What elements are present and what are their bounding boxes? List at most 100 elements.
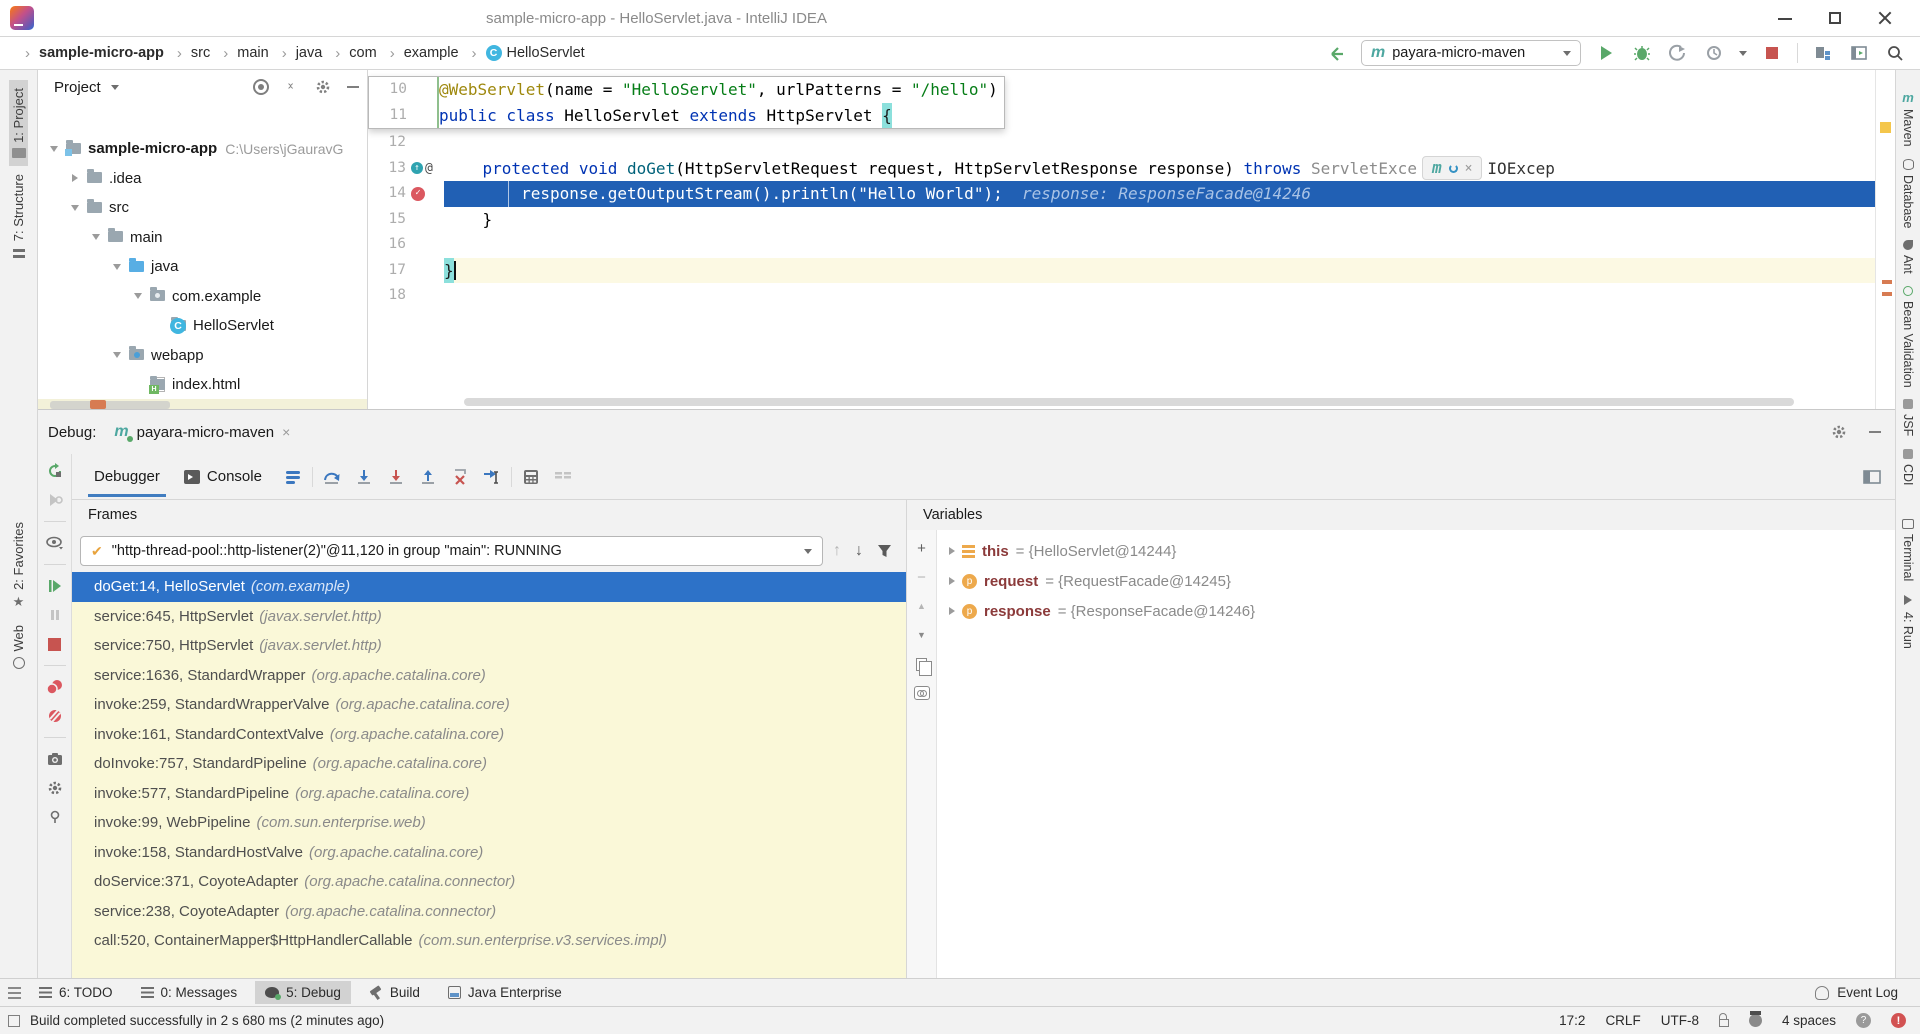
tool-stripe-button[interactable]: Web — [9, 617, 28, 677]
menu-item[interactable] — [288, 14, 308, 22]
tree-expander-icon[interactable] — [130, 293, 146, 299]
tree-node[interactable]: .idea — [38, 164, 367, 194]
resume-program-icon[interactable] — [46, 577, 64, 595]
thread-select[interactable]: "http-thread-pool::http-listener(2)"@11,… — [80, 536, 823, 566]
restore-layout-icon[interactable] — [1859, 464, 1885, 490]
mute-breakpoints-icon[interactable] — [46, 707, 64, 725]
force-step-into-icon[interactable] — [383, 464, 409, 490]
editor-hscrollbar[interactable] — [464, 398, 1794, 406]
indent-setting[interactable]: 4 spaces — [1782, 1013, 1836, 1028]
stack-frame-row[interactable]: doInvoke:757, StandardPipeline (org.apac… — [72, 749, 906, 779]
menu-item[interactable] — [312, 14, 332, 22]
menu-item[interactable] — [336, 14, 356, 22]
variable-row[interactable]: response = {ResponseFacade@14246} — [937, 596, 1895, 626]
tree-expander-icon[interactable] — [88, 234, 104, 240]
variable-row[interactable]: request = {RequestFacade@14245} — [937, 566, 1895, 596]
highlighting-level-icon[interactable] — [1749, 1014, 1762, 1027]
code-editor[interactable]: 12 13 protected void doGet(HttpServletRe… — [368, 70, 1875, 409]
tool-stripe-button[interactable]: Database — [1900, 153, 1916, 235]
tool-window-button[interactable]: Build — [359, 981, 430, 1004]
duplicate-watch-icon[interactable] — [916, 658, 927, 671]
search-everywhere-icon[interactable] — [1884, 42, 1906, 64]
breadcrumb-item[interactable]: main — [212, 43, 270, 64]
caret-position[interactable]: 17:2 — [1559, 1013, 1585, 1028]
tree-node[interactable]: com.example — [38, 282, 367, 312]
debugger-tab[interactable]: Debugger — [82, 456, 172, 497]
collapse-all-icon[interactable] — [285, 80, 299, 94]
next-frame-icon[interactable] — [855, 542, 863, 560]
run-to-cursor-icon[interactable] — [479, 464, 505, 490]
add-watch-icon[interactable] — [914, 540, 930, 556]
file-encoding[interactable]: UTF-8 — [1661, 1013, 1699, 1028]
breadcrumb-item[interactable]: HelloServlet — [461, 43, 587, 64]
code-line[interactable]: 10 @WebServlet(name = "HelloServlet", ur… — [369, 77, 1004, 103]
tool-stripe-button[interactable]: JSF — [1900, 393, 1916, 442]
code-line[interactable]: 11 public class HelloServlet extends Htt… — [369, 103, 1004, 129]
tool-stripe-button[interactable]: 7: Structure — [9, 166, 28, 266]
editor-gutter[interactable]: 14 — [368, 181, 444, 207]
menu-item[interactable] — [168, 14, 188, 22]
run-button[interactable] — [1595, 42, 1617, 64]
editor-gutter[interactable]: 17 — [368, 258, 444, 284]
tree-expander-icon[interactable] — [67, 205, 83, 211]
mute-renderers-icon[interactable] — [550, 464, 576, 490]
menu-item[interactable] — [96, 14, 116, 22]
tool-window-button[interactable]: 5: Debug — [255, 981, 351, 1004]
tool-stripe-button[interactable]: 4: Run — [1900, 587, 1916, 655]
breakpoint-icon[interactable] — [411, 187, 425, 201]
menu-item[interactable] — [192, 14, 212, 22]
code-line[interactable]: 14 response.getOutputStream().println("H… — [368, 181, 1875, 207]
tool-window-button[interactable]: Java Enterprise — [438, 981, 572, 1004]
stack-frame-row[interactable]: invoke:577, StandardPipeline (org.apache… — [72, 779, 906, 809]
tool-window-icon[interactable] — [1848, 42, 1870, 64]
stop-button[interactable] — [1761, 42, 1783, 64]
tool-stripe-button[interactable]: CDI — [1900, 443, 1916, 492]
editor-gutter[interactable]: 13 — [368, 156, 444, 182]
tool-stripe-button[interactable]: 2: Favorites — [9, 514, 28, 617]
editor-gutter[interactable]: 15 — [368, 207, 444, 233]
project-hscrollbar[interactable] — [50, 401, 170, 409]
tool-window-switcher-icon[interactable] — [8, 986, 21, 999]
menu-item[interactable] — [120, 14, 140, 22]
editor-gutter[interactable]: 12 — [368, 130, 444, 156]
line-separator[interactable]: CRLF — [1605, 1013, 1640, 1028]
code-line[interactable]: 13 protected void doGet(HttpServletReque… — [368, 156, 1875, 182]
stack-frame-row[interactable]: call:520, ContainerMapper$HttpHandlerCal… — [72, 926, 906, 956]
status-message[interactable]: Build completed successfully in 2 s 680 … — [30, 1013, 384, 1028]
tree-node[interactable]: main — [38, 223, 367, 253]
settings-gear-icon[interactable] — [46, 779, 64, 797]
tool-stripe-button[interactable]: Ant — [1900, 234, 1916, 280]
run-with-coverage-icon[interactable] — [1667, 42, 1689, 64]
rerun-icon[interactable] — [46, 462, 64, 480]
editor-gutter[interactable]: 18 — [368, 283, 444, 309]
tree-node[interactable]: webapp — [38, 341, 367, 371]
hide-panel-icon[interactable] — [1869, 426, 1881, 438]
editor-error-stripe[interactable] — [1875, 70, 1895, 409]
maximize-icon[interactable] — [1828, 11, 1842, 25]
help-settings-icon[interactable] — [1856, 1013, 1871, 1028]
code-line[interactable]: 18 — [368, 283, 1875, 309]
filter-frames-icon[interactable] — [877, 544, 892, 558]
step-over-icon[interactable] — [319, 464, 345, 490]
tree-node[interactable]: HelloServlet — [38, 311, 367, 341]
maven-reload-widget[interactable]: m — [1422, 156, 1482, 180]
build-project-icon[interactable] — [1325, 42, 1347, 64]
code-line[interactable]: 17 } — [368, 258, 1875, 284]
menu-item[interactable] — [216, 14, 236, 22]
warning-stripe-mark[interactable] — [1880, 122, 1891, 133]
tool-window-button[interactable]: 0: Messages — [131, 981, 248, 1004]
code-line[interactable]: 15 } — [368, 207, 1875, 233]
step-out-icon[interactable] — [415, 464, 441, 490]
tool-stripe-button[interactable]: 1: Project — [9, 80, 28, 166]
code-line[interactable]: 12 — [368, 130, 1875, 156]
debugger-tab[interactable]: Console — [172, 456, 274, 497]
stack-frame-row[interactable]: doService:371, CoyoteAdapter (org.apache… — [72, 867, 906, 897]
step-into-icon[interactable] — [351, 464, 377, 490]
close-icon[interactable] — [1465, 162, 1473, 175]
close-icon[interactable] — [1878, 11, 1892, 25]
stack-frame-row[interactable]: service:750, HttpServlet (javax.servlet.… — [72, 631, 906, 661]
tree-expander-icon[interactable] — [109, 264, 125, 270]
tool-stripe-button[interactable]: Maven — [1900, 84, 1916, 153]
stack-frame-row[interactable]: invoke:158, StandardHostValve (org.apach… — [72, 838, 906, 868]
error-notification-icon[interactable] — [1891, 1013, 1906, 1028]
